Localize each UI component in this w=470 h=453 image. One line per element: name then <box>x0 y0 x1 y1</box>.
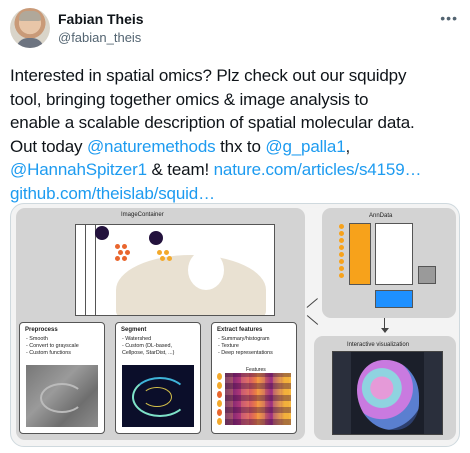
cell-dot <box>149 231 163 245</box>
anndata-title: AnnData <box>369 213 393 219</box>
tweet-media-image[interactable]: ImageContainer Preprocess - Smooth - Con… <box>10 203 460 447</box>
extract-features-item: - Texture <box>218 343 239 349</box>
tweet-text-fragment: & team! <box>146 160 214 179</box>
preprocess-item: - Custom functions <box>26 350 71 356</box>
arrow-to-anndata <box>306 298 319 309</box>
feature-spots <box>217 373 222 425</box>
tissue-image <box>95 224 275 316</box>
tweet-line: Interested in spatial omics? Plz check o… <box>10 66 407 85</box>
obs-spots <box>339 224 344 278</box>
arrow-down-head <box>381 328 389 333</box>
tweet-text: Interested in spatial omics? Plz check o… <box>10 64 465 205</box>
extract-features-title: Extract features <box>217 327 263 333</box>
segmentation-image <box>122 365 194 427</box>
segment-item: - Custom (DL-based, <box>122 343 173 349</box>
preprocess-item: - Convert to grayscale <box>26 343 79 349</box>
segment-card: Segment - Watershed - Custom (DL-based, … <box>115 322 201 434</box>
extract-features-list: - Summary/histogram - Texture - Deep rep… <box>218 336 273 357</box>
spot-cluster-red <box>115 244 135 264</box>
author-handle[interactable]: @fabian_theis <box>58 30 141 45</box>
more-horizontal-icon[interactable]: ••• <box>440 10 458 26</box>
segment-list: - Watershed - Custom (DL-based, Cellpose… <box>122 336 174 357</box>
preprocess-list: - Smooth - Convert to grayscale - Custom… <box>26 336 79 357</box>
link-github-squidpy[interactable]: github.com/theislab/squid… <box>10 184 215 203</box>
extract-features-item: - Summary/histogram <box>218 336 270 342</box>
tweet-header: Fabian Theis @fabian_theis ••• <box>10 8 460 48</box>
segment-item: - Watershed <box>122 336 152 342</box>
grayscale-image <box>26 365 98 427</box>
tweet-text-fragment: , <box>345 136 351 156</box>
features-heatmap <box>225 373 291 425</box>
mention-g-palla1[interactable]: @g_palla1 <box>265 137 345 156</box>
extract-features-card: Extract features - Summary/histogram - T… <box>211 322 297 434</box>
x-matrix-block <box>375 223 413 285</box>
mention-naturemethods[interactable]: @naturemethods <box>87 137 216 156</box>
image-container-title: ImageContainer <box>121 212 164 218</box>
tweet-line: tool, bringing together omics & image an… <box>10 89 369 109</box>
var-block <box>375 290 413 308</box>
tweet-text-fragment: thx to <box>215 136 266 156</box>
preprocess-item: - Smooth <box>26 336 48 342</box>
tweet-text-fragment: Out today <box>10 136 87 156</box>
tweet-line: Out today @naturemethods thx to @g_palla… <box>10 135 465 159</box>
avatar[interactable] <box>10 8 50 48</box>
preprocess-card: Preprocess - Smooth - Convert to graysca… <box>19 322 105 434</box>
tweet-line: github.com/theislab/squid… <box>10 182 465 206</box>
mention-hannahspitzer1[interactable]: @HannahSpitzer1 <box>10 160 147 179</box>
cell-dot <box>95 226 109 240</box>
tweet-line: enable a scalable description of spatial… <box>10 113 415 132</box>
arrow-to-visualization <box>306 315 319 326</box>
spot-cluster-orange <box>157 250 177 270</box>
uns-block <box>418 266 436 284</box>
segment-item: Cellpose, StarDist, ...) <box>122 350 175 356</box>
obs-block <box>349 223 371 285</box>
author-name[interactable]: Fabian Theis <box>58 11 144 27</box>
interactive-visualization-title: Interactive visualization <box>347 342 410 348</box>
napari-viewer <box>332 351 443 435</box>
tweet-line: @HannahSpitzer1 & team! nature.com/artic… <box>10 158 465 182</box>
extract-features-item: - Deep representations <box>218 350 273 356</box>
segment-title: Segment <box>121 327 147 333</box>
preprocess-title: Preprocess <box>25 327 58 333</box>
link-nature-article[interactable]: nature.com/articles/s4159… <box>214 160 422 179</box>
